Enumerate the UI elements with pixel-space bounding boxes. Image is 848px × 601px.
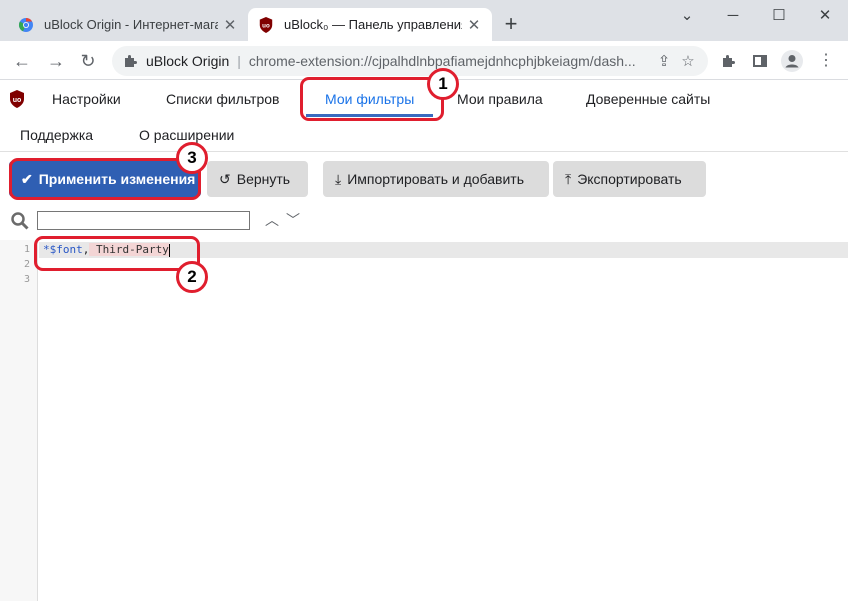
search-icon xyxy=(11,212,29,230)
reload-button[interactable]: ↻ xyxy=(74,47,102,75)
line-number: 1 xyxy=(23,244,30,255)
svg-text:uo: uo xyxy=(13,97,22,104)
callout-box-my-filters xyxy=(300,77,444,121)
share-icon[interactable]: ⇪ xyxy=(652,52,676,70)
profile-icon[interactable] xyxy=(780,49,804,73)
svg-text:uo: uo xyxy=(262,22,270,29)
search-input[interactable] xyxy=(37,211,250,230)
maximize-button[interactable]: ☐ xyxy=(756,2,802,30)
tab-title: uBlock₀ — Панель управления xyxy=(284,17,462,32)
tab-strip: uBlock Origin - Интернет-магазин ✕ uo uB… xyxy=(0,0,848,41)
tab-trusted-sites[interactable]: Доверенные сайты xyxy=(586,91,710,107)
ublock-logo-icon: uo xyxy=(10,90,24,108)
tab-title: uBlock Origin - Интернет-магазин xyxy=(44,17,218,32)
minimize-button[interactable]: ─ xyxy=(710,2,756,30)
tab-filter-lists[interactable]: Списки фильтров xyxy=(166,91,279,107)
tab-support[interactable]: Поддержка xyxy=(20,127,93,143)
editor-search-bar: ︿ ﹀ xyxy=(0,208,848,236)
chevron-up-icon[interactable]: ︿ xyxy=(264,210,280,230)
revert-button[interactable]: ↺ Вернуть xyxy=(207,161,308,197)
close-window-button[interactable]: ✕ xyxy=(802,2,848,30)
menu-icon[interactable]: ⋮ xyxy=(814,49,838,73)
new-tab-button[interactable]: + xyxy=(498,12,524,38)
callout-marker: 1 xyxy=(427,68,459,100)
chevron-down-icon[interactable]: ﹀ xyxy=(285,210,301,230)
browser-tab-webstore[interactable]: uBlock Origin - Интернет-магазин ✕ xyxy=(8,8,248,41)
line-number: 2 xyxy=(23,259,30,270)
tab-settings[interactable]: Настройки xyxy=(52,91,121,107)
browser-toolbar: ← → ↻ uBlock Origin | chrome-extension:/… xyxy=(0,41,848,80)
address-bar[interactable]: uBlock Origin | chrome-extension://cjpal… xyxy=(112,46,708,76)
url-separator: | xyxy=(237,53,241,69)
url-text: chrome-extension://cjpalhdlnbpafiamejdnh… xyxy=(248,53,636,69)
back-button[interactable]: ← xyxy=(8,47,36,75)
close-tab-icon[interactable]: ✕ xyxy=(222,16,238,34)
extensions-icon[interactable] xyxy=(716,49,740,73)
line-number: 3 xyxy=(23,274,30,285)
ublock-icon: uo xyxy=(259,16,273,33)
import-button-label: Импортировать и добавить xyxy=(347,171,525,187)
tab-search-icon[interactable]: ⌄ xyxy=(664,2,710,30)
puzzle-icon xyxy=(125,55,137,67)
chrome-webstore-icon xyxy=(18,17,33,32)
callout-marker: 2 xyxy=(176,261,208,293)
revert-button-label: Вернуть xyxy=(236,171,291,187)
import-button[interactable]: ⤓ Импортировать и добавить xyxy=(323,161,549,197)
download-icon: ⤓ xyxy=(335,170,342,187)
browser-tab-dashboard[interactable]: uo uBlock₀ — Панель управления ✕ xyxy=(248,8,492,41)
sidepanel-icon[interactable] xyxy=(748,49,772,73)
close-tab-icon[interactable]: ✕ xyxy=(466,16,482,34)
forward-button[interactable]: → xyxy=(42,47,70,75)
star-icon[interactable]: ☆ xyxy=(676,52,700,70)
export-button-label: Экспортировать xyxy=(577,171,682,187)
tab-my-rules[interactable]: Мои правила xyxy=(457,91,543,107)
export-button[interactable]: ⤒ Экспортировать xyxy=(553,161,706,197)
filters-editor[interactable]: 1 2 3 *$font, Third-Party xyxy=(0,240,848,601)
upload-icon: ⤒ xyxy=(565,170,572,187)
undo-icon: ↺ xyxy=(219,170,231,187)
callout-box-apply xyxy=(9,158,201,200)
url-origin: uBlock Origin xyxy=(146,53,230,69)
tab-about[interactable]: О расширении xyxy=(139,127,234,143)
callout-marker: 3 xyxy=(176,142,208,174)
line-gutter: 1 2 3 xyxy=(0,240,38,601)
callout-box-filter-line xyxy=(34,236,200,271)
